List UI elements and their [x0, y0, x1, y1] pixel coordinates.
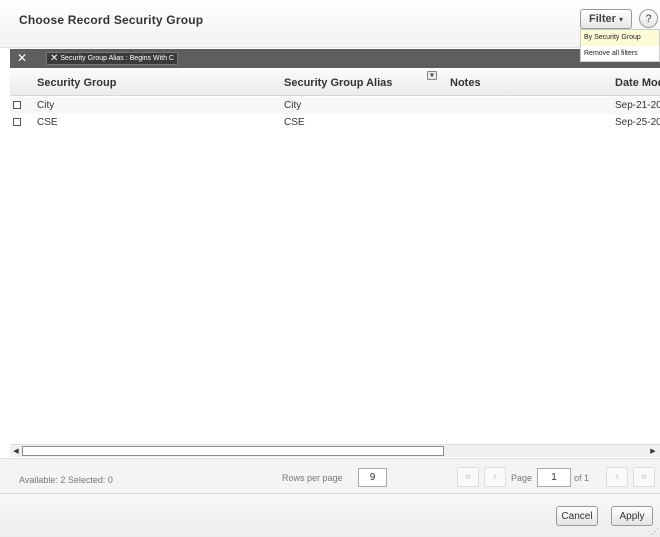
- clear-filters-icon[interactable]: ✕: [17, 51, 27, 65]
- cell-date-modified: Sep-25-20: [615, 117, 660, 128]
- column-header-security-group-alias[interactable]: Security Group Alias: [284, 77, 392, 89]
- scroll-left-icon[interactable]: ◀: [11, 446, 21, 456]
- menu-item-remove-all-filters[interactable]: Remove all filters: [581, 46, 659, 62]
- resize-grip-icon[interactable]: ⋰: [651, 527, 659, 536]
- active-filters-bar: ✕ ✕ Security Group Alias : Begins With C: [10, 49, 660, 68]
- table-row[interactable]: City City Sep-21-20: [10, 97, 660, 114]
- remove-filter-icon[interactable]: ✕: [50, 53, 58, 64]
- filter-dropdown-menu: By Security Group Remove all filters: [580, 29, 660, 62]
- filter-button-label: Filter: [589, 13, 616, 25]
- column-header-security-group[interactable]: Security Group: [37, 77, 116, 89]
- dialog-footer: Cancel Apply: [0, 494, 660, 537]
- cell-security-group-alias: City: [284, 100, 302, 111]
- page-label: Page: [511, 473, 533, 483]
- dialog-header: Choose Record Security Group Filter ▾ ?: [0, 0, 660, 48]
- cell-security-group-alias: CSE: [284, 117, 305, 128]
- row-checkbox[interactable]: [13, 101, 21, 109]
- cell-date-modified: Sep-21-20: [615, 100, 660, 111]
- first-page-icon[interactable]: «: [457, 467, 479, 487]
- row-checkbox[interactable]: [13, 118, 21, 126]
- filter-button[interactable]: Filter ▾: [580, 9, 632, 29]
- scrollbar-thumb[interactable]: [22, 446, 444, 456]
- rows-per-page-label: Rows per page: [282, 473, 343, 483]
- menu-item-by-security-group[interactable]: By Security Group: [581, 30, 659, 46]
- cell-security-group: City: [37, 100, 55, 111]
- table-row[interactable]: CSE CSE Sep-25-20: [10, 114, 660, 131]
- cancel-button[interactable]: Cancel: [556, 506, 598, 526]
- page-count-label: of 1: [574, 473, 590, 483]
- scroll-right-icon[interactable]: ▶: [648, 446, 658, 456]
- last-page-icon[interactable]: »: [633, 467, 655, 487]
- filter-chip-label: Security Group Alias : Begins With C: [60, 55, 174, 62]
- apply-button[interactable]: Apply: [611, 506, 653, 526]
- dialog-title: Choose Record Security Group: [19, 13, 204, 27]
- filter-chip: ✕ Security Group Alias : Begins With C: [46, 52, 178, 65]
- column-filter-icon[interactable]: ▼: [427, 71, 437, 80]
- horizontal-scrollbar[interactable]: ◀ ▶: [10, 444, 660, 457]
- help-icon[interactable]: ?: [639, 9, 658, 28]
- grid-header: Security Group Security Group Alias ▼ No…: [10, 70, 660, 96]
- rows-per-page-input[interactable]: [358, 468, 387, 487]
- selection-summary: Available: 2 Selected: 0: [19, 475, 113, 485]
- chevron-down-icon: ▾: [618, 14, 623, 24]
- cell-security-group: CSE: [37, 117, 58, 128]
- page-number-input[interactable]: [537, 468, 571, 487]
- previous-page-icon[interactable]: ‹: [484, 467, 506, 487]
- column-header-date-modified[interactable]: Date Mod: [615, 77, 660, 89]
- next-page-icon[interactable]: ›: [606, 467, 628, 487]
- column-header-notes[interactable]: Notes: [450, 77, 481, 89]
- pagination-bar: Available: 2 Selected: 0 Rows per page «…: [0, 458, 660, 494]
